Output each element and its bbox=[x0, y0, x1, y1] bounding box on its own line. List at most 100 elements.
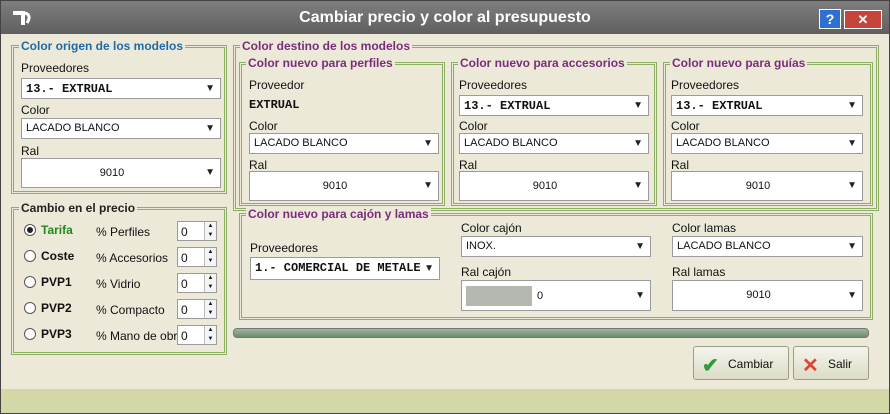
ral-lamas-select[interactable]: 9010 ▼ bbox=[672, 280, 863, 311]
chevron-down-icon: ▼ bbox=[633, 180, 643, 191]
accesorios-pct-label: % Accesorios bbox=[96, 251, 169, 265]
accesorios-proveedores-value: 13.- EXTRUAL bbox=[464, 99, 551, 113]
guias-proveedores-value: 13.- EXTRUAL bbox=[676, 99, 763, 113]
option-pvp1-label: PVP1 bbox=[41, 275, 72, 289]
color-lamas-label: Color lamas bbox=[672, 221, 737, 235]
ral-lamas-value: 9010 bbox=[746, 289, 771, 301]
radio-pvp1[interactable] bbox=[24, 276, 36, 288]
guias-color-select[interactable]: LACADO BLANCO ▼ bbox=[671, 133, 863, 154]
cajon-lamas-group: Color nuevo para cajón y lamas Proveedor… bbox=[239, 207, 873, 320]
chevron-down-icon: ▼ bbox=[424, 262, 434, 274]
perfiles-pct-value: 0 bbox=[181, 225, 188, 239]
window-title: Cambiar precio y color al presupuesto bbox=[299, 9, 591, 26]
compacto-pct-stepper[interactable]: 0 ▲ ▼ bbox=[177, 299, 217, 319]
compacto-pct-value: 0 bbox=[181, 303, 188, 317]
spinner-arrows-icon[interactable]: ▲ ▼ bbox=[204, 248, 216, 266]
chevron-down-icon: ▼ bbox=[423, 180, 433, 191]
radio-pvp2[interactable] bbox=[24, 302, 36, 314]
origen-legend: Color origen de los modelos bbox=[19, 39, 186, 53]
chevron-down-icon: ▼ bbox=[633, 137, 643, 149]
option-coste-label: Coste bbox=[41, 249, 75, 263]
ral-cajon-value: 0 bbox=[537, 290, 544, 302]
guias-ral-label: Ral bbox=[671, 158, 690, 172]
cambiar-button[interactable]: ✔ Cambiar bbox=[693, 346, 789, 380]
guias-color-label: Color bbox=[671, 119, 700, 133]
cajon-proveedores-label: Proveedores bbox=[250, 241, 319, 255]
guias-legend: Color nuevo para guías bbox=[670, 56, 808, 70]
chevron-down-icon: ▼ bbox=[847, 240, 857, 252]
guias-group: Color nuevo para guías Proveedores 13.- … bbox=[663, 56, 873, 206]
perfiles-pct-stepper[interactable]: 0 ▲ ▼ bbox=[177, 221, 217, 241]
accesorios-color-select[interactable]: LACADO BLANCO ▼ bbox=[459, 133, 649, 154]
guias-ral-value: 9010 bbox=[745, 180, 771, 192]
cajon-proveedores-value: 1.- COMERCIAL DE METALES bbox=[255, 261, 420, 275]
color-cajon-value: INOX. bbox=[466, 240, 496, 252]
vidrio-pct-value: 0 bbox=[181, 277, 188, 291]
accesorios-ral-value: 9010 bbox=[532, 180, 558, 192]
spinner-arrows-icon[interactable]: ▲ ▼ bbox=[204, 326, 216, 344]
ral-cajon-select[interactable]: 0 ▼ bbox=[461, 280, 651, 311]
ral-lamas-label: Ral lamas bbox=[672, 265, 726, 279]
close-x-icon: ✕ bbox=[802, 355, 819, 377]
origen-ral-label: Ral bbox=[21, 144, 40, 158]
spinner-arrows-icon[interactable]: ▲ ▼ bbox=[204, 274, 216, 292]
close-button[interactable]: ✕ bbox=[844, 10, 882, 29]
guias-proveedores-label: Proveedores bbox=[671, 78, 740, 92]
accesorios-ral-select[interactable]: 9010 ▼ bbox=[459, 171, 649, 201]
origen-proveedores-select[interactable]: 13.- EXTRUAL ▼ bbox=[21, 78, 221, 99]
perfiles-color-select[interactable]: LACADO BLANCO ▼ bbox=[249, 133, 439, 154]
spinner-arrows-icon[interactable]: ▲ ▼ bbox=[204, 222, 216, 240]
accesorios-proveedores-select[interactable]: 13.- EXTRUAL ▼ bbox=[459, 95, 649, 116]
origen-proveedores-label: Proveedores bbox=[21, 61, 90, 75]
salir-button[interactable]: ✕ Salir bbox=[793, 346, 869, 380]
origen-proveedores-value: 13.- EXTRUAL bbox=[26, 82, 113, 96]
cajon-lamas-legend: Color nuevo para cajón y lamas bbox=[246, 207, 431, 221]
option-pvp3-label: PVP3 bbox=[41, 327, 72, 341]
radio-tarifa[interactable] bbox=[24, 224, 36, 236]
ral-cajon-color-swatch bbox=[466, 286, 532, 306]
help-button[interactable]: ? bbox=[819, 9, 841, 29]
accesorios-proveedores-label: Proveedores bbox=[459, 78, 528, 92]
color-lamas-value: LACADO BLANCO bbox=[677, 240, 771, 252]
chevron-down-icon: ▼ bbox=[635, 289, 645, 301]
origen-ral-select[interactable]: 9010 ▼ bbox=[21, 158, 221, 188]
color-lamas-select[interactable]: LACADO BLANCO ▼ bbox=[672, 236, 863, 257]
color-cajon-select[interactable]: INOX. ▼ bbox=[461, 236, 651, 257]
accesorios-pct-stepper[interactable]: 0 ▲ ▼ bbox=[177, 247, 217, 267]
accesorios-color-label: Color bbox=[459, 119, 488, 133]
checkmark-icon: ✔ bbox=[702, 355, 719, 377]
cajon-proveedores-select[interactable]: 1.- COMERCIAL DE METALES ▼ bbox=[250, 257, 440, 280]
chevron-down-icon: ▼ bbox=[633, 99, 643, 111]
origen-ral-value: 9010 bbox=[99, 167, 125, 179]
salir-label: Salir bbox=[828, 357, 853, 371]
destino-legend: Color destino de los modelos bbox=[240, 39, 413, 53]
perfiles-ral-select[interactable]: 9010 ▼ bbox=[249, 171, 439, 201]
spinner-arrows-icon[interactable]: ▲ ▼ bbox=[204, 300, 216, 318]
chevron-down-icon: ▼ bbox=[205, 167, 215, 178]
radio-pvp3[interactable] bbox=[24, 328, 36, 340]
chevron-down-icon: ▼ bbox=[847, 289, 857, 301]
origen-color-select[interactable]: LACADO BLANCO ▼ bbox=[21, 118, 221, 139]
ral-cajon-label: Ral cajón bbox=[461, 265, 512, 279]
perfiles-legend: Color nuevo para perfiles bbox=[246, 56, 395, 70]
radio-coste[interactable] bbox=[24, 250, 36, 262]
color-cajon-label: Color cajón bbox=[461, 221, 522, 235]
chevron-down-icon: ▼ bbox=[205, 122, 215, 134]
progress-bar bbox=[233, 328, 869, 338]
guias-proveedores-select[interactable]: 13.- EXTRUAL ▼ bbox=[671, 95, 863, 116]
perfiles-pct-label: % Perfiles bbox=[96, 225, 151, 239]
mano-obra-pct-value: 0 bbox=[181, 329, 188, 343]
precio-legend: Cambio en el precio bbox=[19, 201, 138, 215]
chevron-down-icon: ▼ bbox=[847, 99, 857, 111]
option-pvp2-label: PVP2 bbox=[41, 301, 72, 315]
perfiles-proveedor-label: Proveedor bbox=[249, 78, 305, 92]
accesorios-pct-value: 0 bbox=[181, 251, 188, 265]
option-tarifa-label: Tarifa bbox=[41, 223, 73, 237]
compacto-pct-label: % Compacto bbox=[96, 303, 165, 317]
perfiles-group: Color nuevo para perfiles Proveedor EXTR… bbox=[239, 56, 445, 206]
perfiles-ral-value: 9010 bbox=[322, 180, 348, 192]
guias-ral-select[interactable]: 9010 ▼ bbox=[671, 171, 863, 201]
mano-obra-pct-stepper[interactable]: 0 ▲ ▼ bbox=[177, 325, 217, 345]
vidrio-pct-stepper[interactable]: 0 ▲ ▼ bbox=[177, 273, 217, 293]
chevron-down-icon: ▼ bbox=[423, 137, 433, 149]
